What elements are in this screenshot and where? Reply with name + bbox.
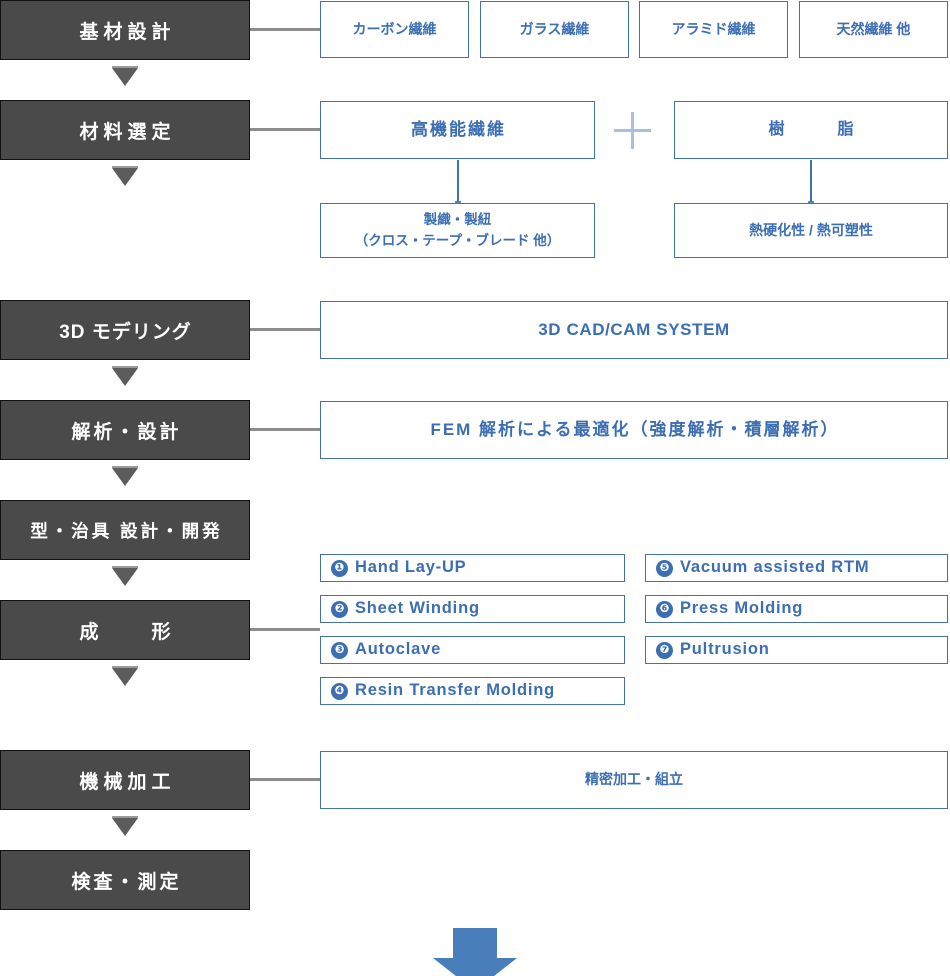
flow-arrow-down-icon-6 [112,666,138,686]
connector-line-6 [250,778,320,781]
connector-line-5 [250,628,320,631]
molding-method-box-4: ❹ Resin Transfer Molding [320,677,625,705]
molding-method-label-3: Autoclave [355,640,442,659]
flow-arrow-down-icon-5 [112,566,138,586]
bottom-arrow-tip [433,958,517,976]
molding-method-label-4: Resin Transfer Molding [355,681,556,700]
process-flow-diagram: 基材設計 カーボン繊維 ガラス繊維 アラミド繊維 天然繊維 他 材料選定 高機能… [0,0,950,976]
content-box-3d-cad-cam: 3D CAD/CAM SYSTEM [320,301,948,359]
molding-method-box-1: ❶ Hand Lay-UP [320,554,625,582]
arrow-head [447,184,469,214]
material-sub-box-weaving: 製織・製紐 （クロス・テープ・ブレード 他） [320,203,595,258]
flow-arrow-down-icon-7 [112,816,138,836]
molding-method-box-3: ❸ Autoclave [320,636,625,664]
material-sub-box-resin-type: 熱硬化性 / 熱可塑性 [674,203,948,258]
material-box-high-performance-fiber: 高機能繊維 [320,101,595,159]
bottom-arrow-icon [433,928,517,976]
fiber-box-aramid: アラミド繊維 [639,1,788,58]
flow-arrow-down-icon-3 [112,366,138,386]
number-badge-3: ❸ [331,641,348,659]
bottom-arrow-stem [453,928,497,958]
molding-method-box-7: ❼ Pultrusion [645,636,948,664]
stage-box-zairyo-sentei: 材料選定 [0,100,250,160]
number-badge-6: ❻ [656,600,673,618]
flow-arrow-down-icon-2 [112,166,138,186]
number-badge-2: ❷ [331,600,348,618]
molding-method-box-5: ❺ Vacuum assisted RTM [645,554,948,582]
molding-method-label-7: Pultrusion [680,640,770,659]
molding-method-label-5: Vacuum assisted RTM [680,558,870,577]
fiber-box-carbon: カーボン繊維 [320,1,469,58]
connector-line-3 [250,328,320,331]
down-arrow-icon-fiber [447,160,469,214]
down-arrow-icon-resin [800,160,822,214]
content-box-fem-analysis: FEM 解析による最適化（強度解析・積層解析） [320,401,948,459]
connector-line-2 [250,128,320,131]
plus-icon [614,112,651,149]
content-box-precision-machining: 精密加工・組立 [320,751,948,809]
connector-line-4 [250,428,320,431]
stage-box-kizai-sekkei: 基材設計 [0,0,250,60]
molding-method-label-1: Hand Lay-UP [355,558,467,577]
stage-box-3d-modeling: 3D モデリング [0,300,250,360]
number-badge-7: ❼ [656,641,673,659]
material-box-resin: 樹 脂 [674,101,948,159]
stage-box-kensa-sokutei: 検査・測定 [0,850,250,910]
stage-box-kikai-kako: 機械加工 [0,750,250,810]
number-badge-5: ❺ [656,559,673,577]
molding-method-label-2: Sheet Winding [355,599,480,618]
flow-arrow-down-icon-1 [112,66,138,86]
molding-method-box-2: ❷ Sheet Winding [320,595,625,623]
connector-line-1 [250,28,320,31]
arrow-head [800,184,822,214]
flow-arrow-down-icon-4 [112,466,138,486]
number-badge-1: ❶ [331,559,348,577]
stage-box-seikei: 成 形 [0,600,250,660]
plus-icon-vertical [631,112,634,149]
fiber-box-glass: ガラス繊維 [480,1,629,58]
stage-box-kaiseki-sekkei: 解析・設計 [0,400,250,460]
number-badge-4: ❹ [331,682,348,700]
molding-method-box-6: ❻ Press Molding [645,595,948,623]
stage-box-mold-jig-design: 型・治具 設計・開発 [0,500,250,560]
molding-method-label-6: Press Molding [680,599,804,618]
fiber-box-natural: 天然繊維 他 [799,1,948,58]
